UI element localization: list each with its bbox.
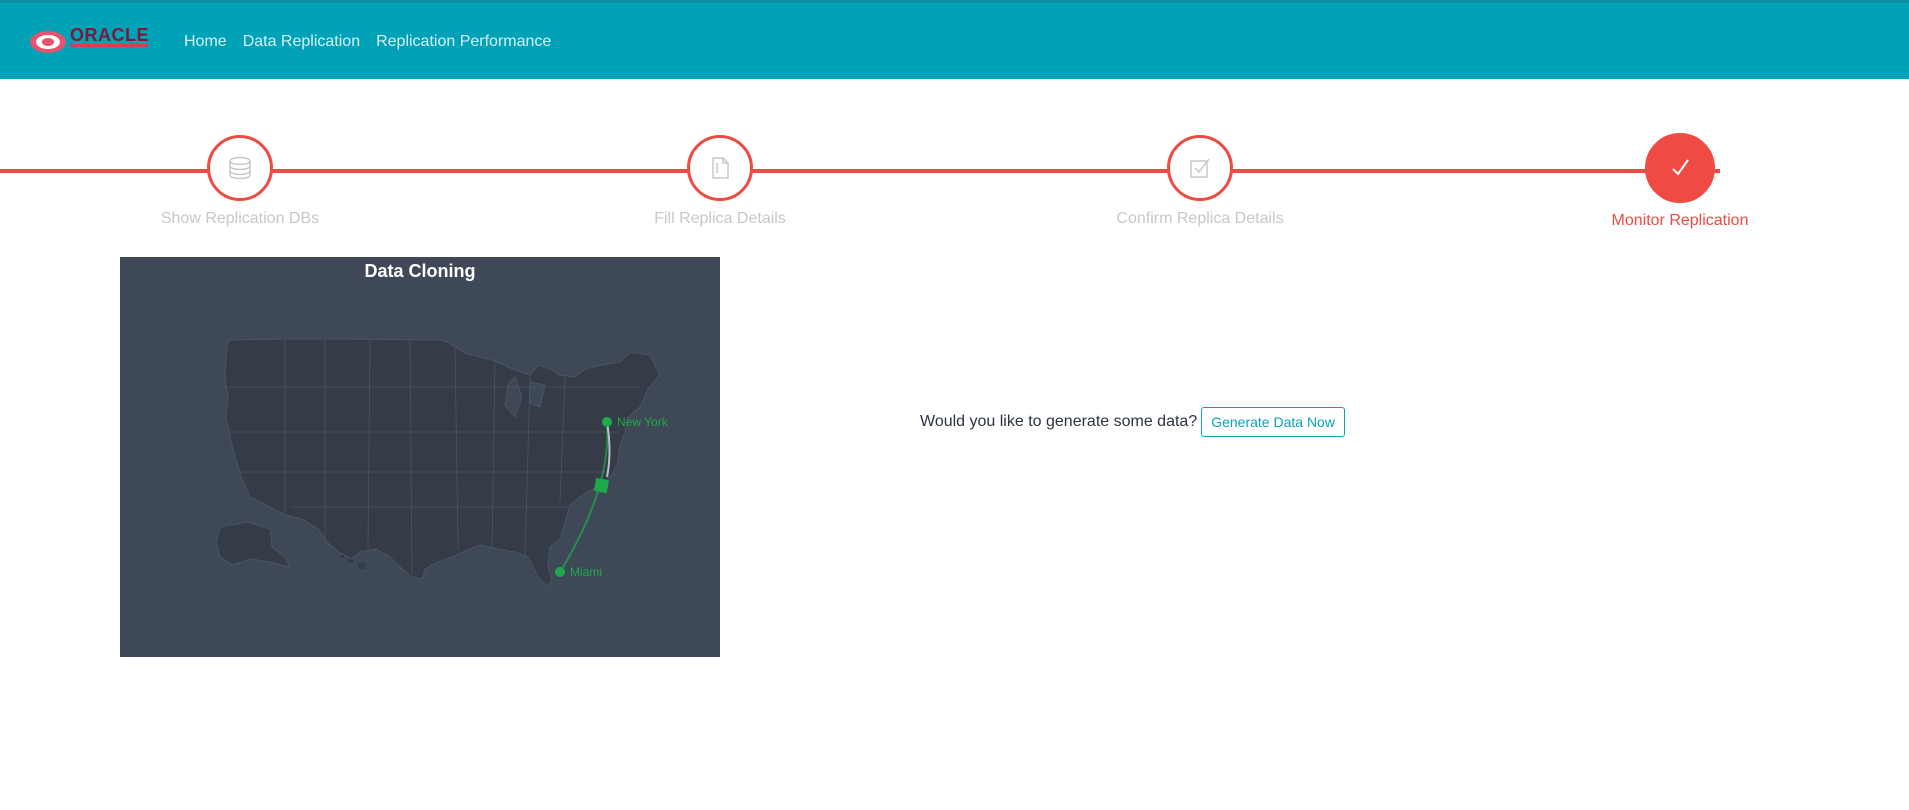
step-circle-active[interactable] [1645, 133, 1715, 203]
city-label-miami: Miami [570, 565, 602, 579]
data-cloning-map: New York Miami Data Cloning [120, 257, 720, 657]
city-marker-new-york[interactable] [602, 417, 612, 427]
prompt-text: Would you like to generate some data? [920, 413, 1198, 430]
main-nav: Home Data Replication Replication Perfor… [184, 33, 551, 51]
map-title: Data Cloning [364, 261, 476, 281]
database-icon [229, 156, 251, 180]
nav-item-replication-performance[interactable]: Replication Performance [376, 33, 551, 51]
step-monitor-replication: Monitor Replication [1570, 133, 1790, 230]
step-label: Confirm Replica Details [1116, 210, 1284, 227]
step-circle[interactable] [687, 135, 753, 201]
checkmark-icon [1672, 159, 1689, 176]
logo-target-icon [30, 31, 66, 53]
us-map: New York Miami [215, 338, 669, 588]
generate-data-prompt: Would you like to generate some data? Ge… [920, 407, 1345, 437]
nav-item-data-replication[interactable]: Data Replication [243, 33, 360, 51]
logo-text: ORACLE [70, 25, 149, 45]
step-label: Monitor Replication [1611, 212, 1749, 229]
nav-item-home[interactable]: Home [184, 33, 227, 51]
checkbox-icon [1190, 158, 1210, 178]
step-fill-replica-details: Fill Replica Details [610, 135, 830, 228]
top-navbar: ORACLE Home Data Replication Replication… [0, 0, 1909, 79]
logo-underline [70, 44, 148, 47]
oracle-logo[interactable]: ORACLE [28, 25, 150, 59]
step-confirm-replica-details: Confirm Replica Details [1090, 135, 1310, 228]
step-show-replication-dbs: Show Replication DBs [130, 135, 350, 228]
us-mainland-shape [224, 338, 661, 588]
city-marker-miami[interactable] [555, 567, 565, 577]
step-label: Fill Replica Details [654, 210, 786, 227]
data-packet-marker [593, 478, 609, 494]
progress-stepper: Show Replication DBs Fill Replica Detail… [0, 132, 1909, 242]
step-circle[interactable] [1167, 135, 1233, 201]
generate-data-button[interactable]: Generate Data Now [1201, 407, 1345, 437]
step-label: Show Replication DBs [160, 210, 320, 227]
alaska-shape [215, 521, 291, 568]
city-label-new-york: New York [617, 415, 669, 429]
step-circle[interactable] [207, 135, 273, 201]
document-icon [712, 157, 729, 179]
